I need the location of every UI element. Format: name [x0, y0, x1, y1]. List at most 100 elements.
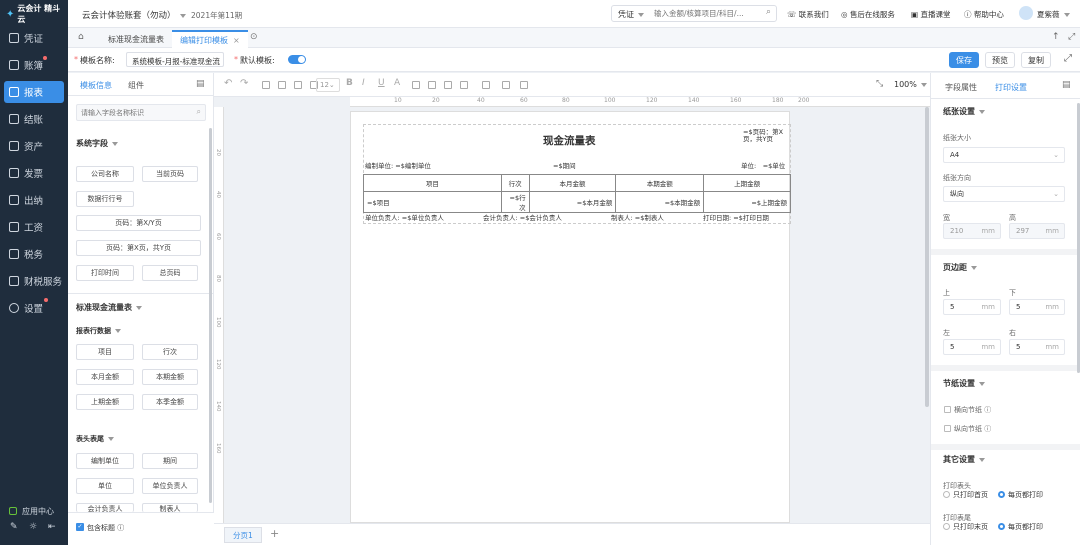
- italic-icon[interactable]: I: [362, 78, 365, 88]
- field-line-no[interactable]: 行次: [142, 344, 198, 360]
- report-period[interactable]: =$期间: [553, 160, 576, 170]
- table-header[interactable]: 项目: [363, 174, 502, 192]
- fullscreen-icon[interactable]: ⤢: [1068, 32, 1075, 42]
- copy-icon[interactable]: [262, 81, 270, 89]
- report-footer-accounting-head[interactable]: 会计负责人: =$会计负责人: [483, 212, 562, 222]
- field-preparer[interactable]: 制表人: [142, 503, 198, 512]
- wrap-icon[interactable]: [520, 81, 528, 89]
- report-title[interactable]: 现金流量表: [543, 133, 596, 148]
- footer-every-page-radio[interactable]: [998, 523, 1005, 530]
- default-template-toggle[interactable]: [288, 55, 306, 64]
- contact-link[interactable]: ☏ 联系我们: [787, 9, 829, 20]
- table-cell[interactable]: =$行次: [500, 191, 530, 213]
- scrollbar[interactable]: [209, 128, 212, 503]
- align-right-icon[interactable]: [460, 81, 468, 89]
- table-header[interactable]: 行次: [500, 174, 530, 192]
- live-link[interactable]: ▣ 直播课堂: [911, 9, 950, 20]
- search-input[interactable]: [654, 8, 762, 19]
- margin-bottom-input[interactable]: 5 mm: [1009, 299, 1065, 315]
- nav-item-tax-service[interactable]: 财税服务: [4, 270, 64, 292]
- align-left-icon[interactable]: [428, 81, 436, 89]
- nav-item-payroll[interactable]: 工资: [4, 216, 64, 238]
- report-footer-print-date[interactable]: 打印日期: =$打印日期: [703, 212, 769, 222]
- copy-button[interactable]: 复制: [1021, 52, 1051, 68]
- add-sheet-icon[interactable]: +: [270, 527, 279, 540]
- margin-right-input[interactable]: 5 mm: [1009, 339, 1065, 355]
- home-icon[interactable]: ⌂: [78, 32, 84, 42]
- redo-icon[interactable]: ↷: [240, 78, 248, 89]
- field-month-amount[interactable]: 本月金额: [76, 369, 134, 385]
- nav-item-report[interactable]: 报表: [4, 81, 64, 103]
- header-footer-title[interactable]: 表头表尾: [76, 434, 114, 444]
- print-page[interactable]: 现金流量表 =$页码：第X页，共Y页 编制单位: =$编制单位 =$期间 单位:…: [350, 111, 791, 523]
- search-icon[interactable]: ⌕: [766, 7, 771, 17]
- vertical-section-checkbox[interactable]: [944, 425, 951, 432]
- save-button[interactable]: 保存: [949, 52, 979, 68]
- paper-size-select[interactable]: A4 ⌄: [943, 147, 1065, 163]
- field-period[interactable]: 期间: [142, 453, 198, 469]
- format-painter-icon[interactable]: [294, 81, 302, 89]
- tab-components[interactable]: 组件: [128, 80, 144, 91]
- field-accounting-head[interactable]: 会计负责人: [76, 503, 134, 512]
- include-title-checkbox[interactable]: ✓: [76, 523, 84, 531]
- panel-toggle-icon[interactable]: ▤: [1062, 80, 1071, 90]
- nav-item-assets[interactable]: 资产: [4, 135, 64, 157]
- header-first-page-radio[interactable]: [943, 491, 950, 498]
- field-unit[interactable]: 单位: [76, 478, 134, 494]
- collapse-icon[interactable]: ⇤: [48, 522, 56, 532]
- field-item[interactable]: 项目: [76, 344, 134, 360]
- nav-item-settings[interactable]: 设置: [4, 297, 64, 319]
- table-header[interactable]: 本期金额: [615, 174, 705, 192]
- nav-item-voucher[interactable]: 凭证: [4, 27, 64, 49]
- avatar[interactable]: [1019, 6, 1033, 20]
- orientation-select[interactable]: 纵向 ⌄: [943, 186, 1065, 202]
- sun-icon[interactable]: ☼: [29, 522, 37, 532]
- account-selector[interactable]: 云会计体验账套（勿动）: [82, 9, 186, 21]
- field-print-time[interactable]: 打印时间: [76, 265, 134, 281]
- fill-color-icon[interactable]: [412, 81, 420, 89]
- table-cell[interactable]: =$上期金额: [703, 191, 791, 213]
- row-data-title[interactable]: 报表行数据: [76, 326, 121, 336]
- expand-icon[interactable]: ⤢: [1064, 53, 1072, 64]
- align-center-icon[interactable]: [444, 81, 452, 89]
- report-unit-name[interactable]: 编制单位: =$编制单位: [365, 160, 431, 170]
- tab-field-props[interactable]: 字段属性: [945, 82, 977, 93]
- tab-edit-template[interactable]: 编辑打印模板 ×: [172, 30, 248, 48]
- header-every-page-radio[interactable]: [998, 491, 1005, 498]
- preview-button[interactable]: 预览: [985, 52, 1015, 68]
- editor-scrollbar[interactable]: [925, 107, 929, 407]
- report-footer-preparer[interactable]: 制表人: =$制表人: [611, 212, 664, 222]
- other-settings-title[interactable]: 其它设置: [943, 454, 985, 465]
- paste-icon[interactable]: [278, 81, 286, 89]
- field-unit-head[interactable]: 单位负责人: [142, 478, 198, 494]
- service-link[interactable]: ◎ 售后在线服务: [841, 9, 895, 20]
- field-total-pages[interactable]: 总页码: [142, 265, 198, 281]
- tab-print-settings[interactable]: 打印设置: [995, 82, 1027, 93]
- more-tabs-icon[interactable]: ⊙: [250, 32, 258, 42]
- merge-icon[interactable]: [502, 81, 510, 89]
- nav-item-tax[interactable]: 税务: [4, 243, 64, 265]
- user-menu[interactable]: 夏紫薇: [1037, 9, 1070, 20]
- horizontal-section-checkbox[interactable]: [944, 406, 951, 413]
- report-unit[interactable]: 单位: =$单位: [741, 160, 785, 170]
- field-period-amount[interactable]: 本期金额: [142, 369, 198, 385]
- tab-template-info[interactable]: 模板信息: [80, 80, 112, 91]
- field-current-page[interactable]: 当前页码: [142, 166, 198, 182]
- report-footer-unit-head[interactable]: 单位负责人: =$单位负责人: [365, 212, 444, 222]
- margin-left-input[interactable]: 5 mm: [943, 339, 1001, 355]
- font-size-select[interactable]: 12⌄: [316, 78, 340, 92]
- margin-top-input[interactable]: 5 mm: [943, 299, 1001, 315]
- help-link[interactable]: ⓘ 帮助中心: [964, 9, 1004, 20]
- system-fields-title[interactable]: 系统字段: [76, 138, 118, 149]
- scroll-top-icon[interactable]: ↑: [1052, 32, 1060, 42]
- template-name-input[interactable]: 系统模板-月报-标准现金流: [126, 52, 224, 67]
- panel-toggle-icon[interactable]: ▤: [196, 79, 205, 89]
- nav-item-closing[interactable]: 结账: [4, 108, 64, 130]
- footer-last-page-radio[interactable]: [943, 523, 950, 530]
- font-color-icon[interactable]: A: [394, 78, 400, 88]
- std-cashflow-title[interactable]: 标准现金流量表: [76, 302, 142, 313]
- field-search-input[interactable]: [81, 108, 189, 118]
- field-page-xy[interactable]: 页码：第X/Y页: [76, 215, 201, 231]
- fit-icon[interactable]: ⤡: [876, 79, 883, 89]
- field-prior-amount[interactable]: 上期金额: [76, 394, 134, 410]
